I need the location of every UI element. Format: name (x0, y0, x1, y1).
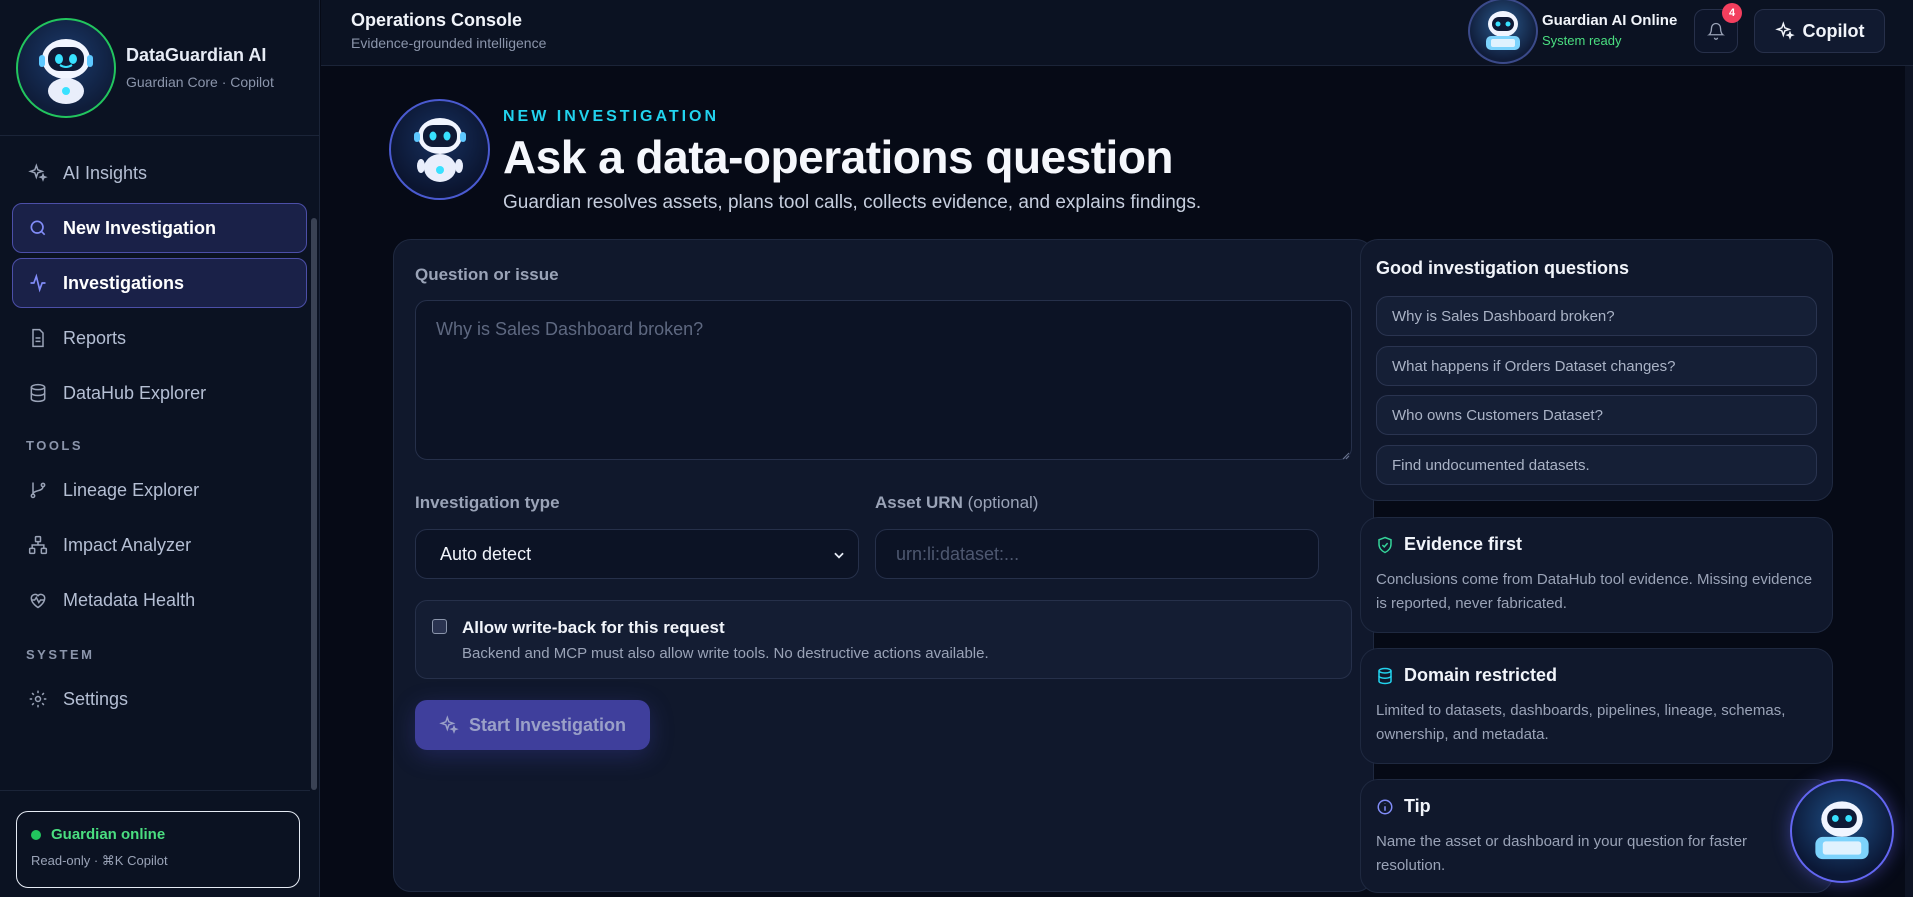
network-icon (27, 534, 49, 556)
guardian-status-text: System ready (1542, 33, 1622, 48)
suggested-question[interactable]: Find undocumented datasets. (1376, 445, 1817, 485)
sidebar-item-datahub-explorer[interactable]: DataHub Explorer (12, 368, 307, 418)
suggested-question[interactable]: Who owns Customers Dataset? (1376, 395, 1817, 435)
tools-heading: TOOLS (26, 438, 84, 453)
info-card-body: Conclusions come from DataHub tool evide… (1376, 571, 1813, 612)
sidebar-item-new-investigation[interactable]: New Investigation (12, 203, 307, 253)
hero-eyebrow: NEW INVESTIGATION (503, 108, 720, 125)
suggested-question[interactable]: What happens if Orders Dataset changes? (1376, 346, 1817, 386)
investigation-type-label: Investigation type (415, 493, 560, 512)
hero-robot-avatar (389, 99, 490, 200)
info-icon (1376, 798, 1394, 816)
brand-name: DataGuardian AI (126, 45, 267, 65)
suggested-questions-card: Good investigation questions Why is Sale… (1360, 239, 1833, 501)
guardian-avatar[interactable] (1468, 0, 1538, 64)
question-label: Question or issue (415, 265, 559, 284)
asset-urn-optional: (optional) (967, 493, 1039, 512)
shield-check-icon (1376, 536, 1394, 554)
database-icon (27, 382, 49, 404)
search-icon (27, 217, 49, 239)
sidebar-item-label: DataHub Explorer (63, 382, 207, 403)
suggested-questions-title: Good investigation questions (1376, 258, 1630, 278)
floating-copilot-button[interactable] (1790, 779, 1894, 883)
page-subtitle: Evidence-grounded intelligence (351, 35, 547, 51)
domain-restricted-card: Domain restricted Limited to datasets, d… (1360, 648, 1833, 764)
investigation-form: Question or issue Investigation type Ass… (393, 239, 1374, 892)
sidebar-scrollbar[interactable] (311, 218, 317, 790)
writeback-title: Allow write-back for this request (462, 618, 725, 637)
investigation-type-value: Auto detect (440, 543, 532, 564)
database-icon (1376, 667, 1394, 685)
bell-icon (1707, 22, 1725, 40)
sidebar-item-settings[interactable]: Settings (12, 674, 307, 724)
info-card-title: Domain restricted (1404, 665, 1558, 685)
brand: DataGuardian AI Guardian Core · Copilot (0, 0, 319, 136)
sidebar-divider (0, 790, 310, 791)
writeback-description: Backend and MCP must also allow write to… (462, 645, 989, 662)
status-subtitle: Read-only · ⌘K Copilot (31, 853, 168, 868)
page-title: Operations Console (351, 10, 523, 30)
gear-icon (27, 688, 49, 710)
info-card-title: Evidence first (1404, 534, 1523, 554)
hero-subtitle: Guardian resolves assets, plans tool cal… (503, 192, 1202, 213)
investigation-type-select[interactable]: Auto detect (415, 529, 859, 579)
sidebar-item-metadata-health[interactable]: Metadata Health (12, 575, 307, 625)
sidebar-item-label: Settings (63, 688, 129, 709)
sparkles-icon (439, 715, 459, 735)
robot-avatar (16, 17, 116, 118)
writeback-option: Allow write-back for this request Backen… (415, 600, 1352, 679)
info-card-body: Name the asset or dashboard in your ques… (1376, 833, 1748, 874)
activity-icon (27, 272, 49, 294)
main-scrollbar[interactable] (1905, 66, 1913, 897)
sparkles-icon (27, 162, 49, 184)
question-input[interactable] (415, 300, 1352, 460)
chevron-down-icon (832, 546, 846, 567)
sidebar-item-investigations[interactable]: Investigations (12, 258, 307, 308)
brand-subtitle: Guardian Core · Copilot (126, 74, 274, 90)
sparkles-icon (1774, 21, 1795, 41)
resize-grip-icon[interactable] (1340, 447, 1350, 460)
sidebar: DataGuardian AI Guardian Core · Copilot … (0, 0, 320, 897)
writeback-checkbox[interactable] (432, 619, 447, 634)
notification-badge: 4 (1722, 3, 1742, 23)
sidebar-item-label: New Investigation (63, 217, 217, 238)
start-investigation-label: Start Investigation (468, 714, 627, 735)
sidebar-item-reports[interactable]: Reports (12, 313, 307, 363)
info-card-title: Tip (1404, 796, 1431, 816)
sidebar-item-lineage-explorer[interactable]: Lineage Explorer (12, 465, 307, 515)
copilot-button[interactable]: Copilot (1754, 9, 1885, 53)
asset-urn-label-text: Asset URN (875, 493, 963, 512)
heart-pulse-icon (27, 589, 49, 611)
topbar: Operations Console Evidence-grounded int… (321, 0, 1913, 66)
sidebar-item-ai-insights[interactable]: AI Insights (12, 148, 307, 198)
sidebar-item-impact-analyzer[interactable]: Impact Analyzer (12, 520, 307, 570)
asset-urn-input[interactable] (875, 529, 1319, 579)
online-dot-icon (31, 829, 41, 840)
sidebar-item-label: Investigations (63, 272, 185, 293)
git-branch-icon (27, 479, 49, 501)
sidebar-item-label: Impact Analyzer (63, 534, 192, 555)
asset-urn-label: Asset URN (optional) (875, 493, 1038, 513)
info-card-body: Limited to datasets, dashboards, pipelin… (1376, 702, 1786, 743)
sidebar-item-label: Reports (63, 327, 127, 348)
system-heading: SYSTEM (26, 647, 95, 662)
sidebar-item-label: Lineage Explorer (63, 479, 200, 500)
evidence-first-card: Evidence first Conclusions come from Dat… (1360, 517, 1833, 633)
copilot-label: Copilot (1802, 20, 1865, 41)
guardian-status-name: Guardian AI Online (1542, 12, 1678, 29)
status-title: Guardian online (51, 826, 166, 843)
start-investigation-button[interactable]: Start Investigation (415, 700, 650, 750)
tip-card: Tip Name the asset or dashboard in your … (1360, 779, 1833, 893)
hero-title: Ask a data-operations question (503, 131, 1174, 183)
suggested-question[interactable]: Why is Sales Dashboard broken? (1376, 296, 1817, 336)
file-text-icon (27, 327, 49, 349)
sidebar-nav: AI Insights New Investigation Investigat… (0, 136, 319, 724)
sidebar-item-label: AI Insights (63, 162, 148, 183)
sidebar-item-label: Metadata Health (63, 589, 196, 610)
guardian-status-card[interactable]: Guardian online Read-only · ⌘K Copilot (16, 811, 300, 888)
